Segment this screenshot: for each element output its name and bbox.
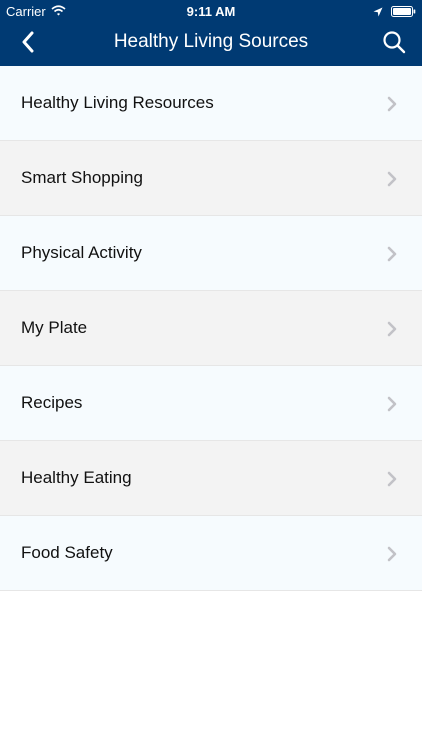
list-item-food-safety[interactable]: Food Safety (0, 516, 422, 591)
battery-icon (391, 5, 416, 20)
chevron-right-icon (386, 320, 398, 338)
list-item-smart-shopping[interactable]: Smart Shopping (0, 141, 422, 216)
list-item-label: Healthy Living Resources (21, 93, 214, 112)
list-item-healthy-living-resources[interactable]: Healthy Living Resources (0, 66, 422, 141)
location-arrow-icon (373, 5, 383, 20)
navigation-bar: Healthy Living Sources (0, 22, 422, 66)
chevron-right-icon (386, 470, 398, 488)
chevron-right-icon (386, 245, 398, 263)
chevron-right-icon (386, 170, 398, 188)
search-icon (382, 30, 406, 59)
chevron-right-icon (386, 95, 398, 113)
top-bar: Carrier 9:11 AM Healthy Living Sources (0, 0, 422, 66)
list-item-label: Physical Activity (21, 243, 142, 262)
list-item-label: Healthy Eating (21, 468, 132, 487)
list-item-physical-activity[interactable]: Physical Activity (0, 216, 422, 291)
list-item-label: Food Safety (21, 543, 113, 562)
list-item-label: Recipes (21, 393, 83, 412)
chevron-left-icon (21, 31, 35, 58)
status-bar: Carrier 9:11 AM (0, 0, 422, 22)
page-title: Healthy Living Sources (113, 31, 309, 52)
resource-list: Healthy Living Resources Smart Shopping … (0, 66, 422, 591)
list-item-label: My Plate (21, 318, 88, 337)
status-time: 9:11 AM (186, 4, 236, 19)
status-indicators (373, 5, 416, 20)
list-item-recipes[interactable]: Recipes (0, 366, 422, 441)
back-button[interactable] (14, 30, 42, 58)
list-item-healthy-eating[interactable]: Healthy Eating (0, 441, 422, 516)
chevron-right-icon (386, 395, 398, 413)
list-item-label: Smart Shopping (21, 168, 143, 187)
list-item-my-plate[interactable]: My Plate (0, 291, 422, 366)
search-button[interactable] (380, 30, 408, 58)
chevron-right-icon (386, 545, 398, 563)
